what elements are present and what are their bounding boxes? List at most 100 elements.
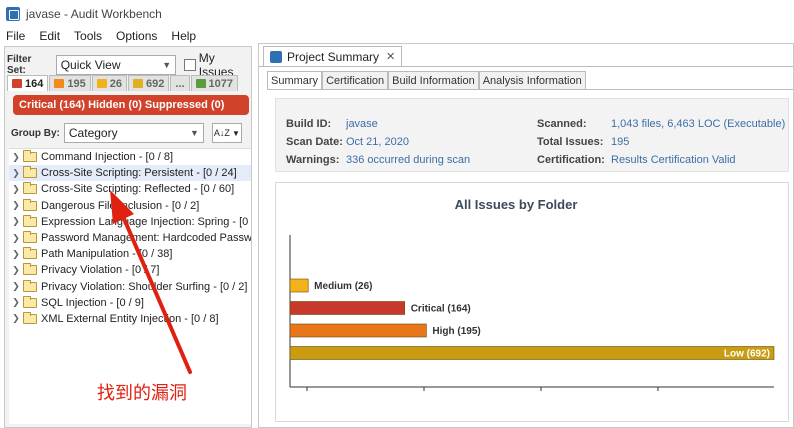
- tree-item[interactable]: ❯ Command Injection - [0 / 8]: [9, 149, 251, 165]
- tab-divider: [259, 66, 793, 67]
- summary-icon: [270, 50, 282, 63]
- tab-all-count: 1077: [208, 77, 233, 90]
- expand-icon[interactable]: ❯: [9, 233, 23, 244]
- folder-icon: [23, 247, 37, 260]
- high-icon: [54, 79, 65, 88]
- expand-icon[interactable]: ❯: [9, 281, 23, 292]
- tree-item[interactable]: ❯ Privacy Violation: Shoulder Surfing - […: [9, 279, 251, 295]
- tree-item[interactable]: ❯ Expression Language Injection: Spring -…: [9, 214, 251, 230]
- app-icon: [6, 7, 20, 21]
- tree-item-label: Privacy Violation: Shoulder Surfing - [0…: [41, 280, 248, 293]
- expand-icon[interactable]: ❯: [9, 265, 23, 276]
- tree-item-label: XML External Entity Injection - [0 / 8]: [41, 312, 219, 325]
- tab-medium[interactable]: 26: [91, 75, 127, 91]
- group-by-value: Category: [68, 126, 118, 140]
- tab-high-count: 195: [67, 77, 86, 90]
- tree-item[interactable]: ❯ XML External Entity Injection - [0 / 8]: [9, 311, 251, 327]
- scan-date-value: Oct 21, 2020: [346, 136, 409, 148]
- bar-0: [289, 278, 309, 293]
- expand-icon[interactable]: ❯: [9, 200, 23, 211]
- tab-more[interactable]: ...: [170, 75, 190, 91]
- tree-item-label: Cross-Site Scripting: Reflected - [0 / 6…: [41, 183, 235, 196]
- chevron-down-icon: ▼: [231, 128, 240, 138]
- tree-item-label: SQL Injection - [0 / 9]: [41, 296, 144, 309]
- warnings-label: Warnings:: [286, 154, 340, 166]
- tree-item[interactable]: ❯ Privacy Violation - [0 / 7]: [9, 262, 251, 278]
- total-issues-value: 195: [611, 136, 630, 148]
- priority-tabs: 164 195 26 692 ... 1077: [7, 75, 239, 91]
- bar-label-2: High (195): [432, 326, 480, 337]
- low-icon: [132, 79, 143, 88]
- expand-icon[interactable]: ❯: [9, 184, 23, 195]
- filter-set-select[interactable]: Quick View ▼: [55, 55, 177, 75]
- warnings-value[interactable]: 336 occurred during scan: [346, 154, 470, 166]
- tab-critical[interactable]: 164: [7, 75, 49, 91]
- tab-build-information[interactable]: Build Information: [388, 71, 479, 89]
- expand-icon[interactable]: ❯: [9, 297, 23, 308]
- expand-icon[interactable]: ❯: [9, 313, 23, 324]
- tree-item-label: Password Management: Hardcoded Passwo: [41, 232, 251, 245]
- scan-date-label: Scan Date:: [286, 136, 343, 148]
- issues-chart: All Issues by Folder Medium (26) Critical…: [275, 182, 789, 422]
- expand-icon[interactable]: ❯: [9, 168, 23, 179]
- tree-item-label: Expression Language Injection: Spring - …: [41, 215, 251, 228]
- tab-all[interactable]: 1077: [190, 75, 238, 91]
- expand-icon[interactable]: ❯: [9, 249, 23, 260]
- sort-button[interactable]: A↓Z ▼: [211, 123, 242, 143]
- issues-panel: Filter Set: Quick View ▼ My Issues 164 1…: [4, 46, 252, 428]
- tab-high[interactable]: 195: [49, 75, 91, 91]
- tree-item[interactable]: ❯ SQL Injection - [0 / 9]: [9, 295, 251, 311]
- folder-icon: [23, 295, 37, 308]
- summary-bar: Critical (164) Hidden (0) Suppressed (0): [13, 95, 249, 115]
- tree-item[interactable]: ❯ Cross-Site Scripting: Reflected - [0 / …: [9, 181, 251, 197]
- group-by-row: Group By: Category ▼ A↓Z ▼: [11, 123, 242, 143]
- my-issues-checkbox[interactable]: [184, 59, 196, 71]
- content-tabs: Summary Certification Build Information …: [267, 71, 586, 89]
- folder-icon: [23, 231, 37, 244]
- expand-icon[interactable]: ❯: [9, 152, 23, 163]
- folder-icon: [23, 198, 37, 211]
- expand-icon[interactable]: ❯: [9, 216, 23, 227]
- filter-set-label: Filter Set:: [7, 54, 32, 76]
- scanned-value: 1,043 files, 6,463 LOC (Executable): [611, 118, 786, 130]
- tab-summary[interactable]: Summary: [267, 71, 323, 89]
- menu-tools[interactable]: Tools: [74, 29, 102, 43]
- tree-item[interactable]: ❯ Cross-Site Scripting: Persistent - [0 /…: [9, 165, 251, 182]
- certification-label: Certification:: [537, 154, 605, 166]
- folder-icon: [23, 263, 37, 276]
- folder-icon: [23, 279, 37, 292]
- bar-3: [289, 346, 775, 360]
- tree-item-label: Cross-Site Scripting: Persistent - [0 / …: [41, 167, 237, 180]
- bar-label-3: Low (692): [724, 349, 770, 360]
- tree-item[interactable]: ❯ Password Management: Hardcoded Passwo: [9, 230, 251, 246]
- chart-plot: Medium (26) Critical (164) High (195) Low (…: [289, 235, 775, 391]
- folder-icon: [23, 214, 37, 227]
- tree-item-label: Command Injection - [0 / 8]: [41, 151, 174, 164]
- tab-project-summary-label: Project Summary: [287, 49, 380, 64]
- folder-icon: [23, 182, 37, 195]
- tree-item[interactable]: ❯ Path Manipulation - [0 / 38]: [9, 246, 251, 262]
- scan-info: Build ID: javase Scan Date: Oct 21, 2020…: [275, 98, 789, 172]
- menu-file[interactable]: File: [6, 29, 25, 43]
- folder-icon: [23, 311, 37, 324]
- tree-item[interactable]: ❯ Dangerous File Inclusion - [0 / 2]: [9, 198, 251, 214]
- bar-2: [289, 323, 427, 338]
- group-by-select[interactable]: Category ▼: [63, 123, 204, 143]
- menu-edit[interactable]: Edit: [39, 29, 60, 43]
- tree-item-label: Privacy Violation - [0 / 7]: [41, 264, 160, 277]
- tab-certification[interactable]: Certification: [322, 71, 389, 89]
- tab-project-summary[interactable]: Project Summary ✕: [263, 46, 403, 66]
- certification-value[interactable]: Results Certification Valid: [611, 154, 736, 166]
- sort-az-icon: A↓Z: [213, 128, 230, 138]
- chevron-down-icon: ▼: [189, 128, 199, 138]
- chart-title: All Issues by Folder: [454, 197, 578, 212]
- menu-bar: File Edit Tools Options Help: [0, 28, 794, 44]
- menu-help[interactable]: Help: [171, 29, 196, 43]
- menu-options[interactable]: Options: [116, 29, 157, 43]
- tab-low[interactable]: 692: [127, 75, 170, 91]
- tab-analysis-information[interactable]: Analysis Information: [478, 71, 586, 89]
- total-issues-label: Total Issues:: [537, 136, 604, 148]
- tab-low-count: 692: [145, 77, 165, 90]
- close-icon[interactable]: ✕: [386, 50, 395, 63]
- build-id-value: javase: [346, 118, 378, 130]
